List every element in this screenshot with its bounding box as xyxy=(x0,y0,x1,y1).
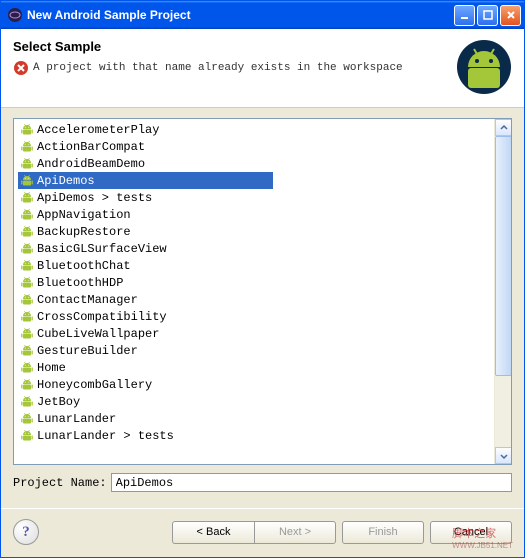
list-item[interactable]: Home xyxy=(18,359,494,376)
error-icon xyxy=(13,60,29,76)
android-icon xyxy=(20,140,34,154)
list-item[interactable]: LunarLander > tests xyxy=(18,427,494,444)
android-icon xyxy=(20,225,34,239)
list-item[interactable]: BackupRestore xyxy=(18,223,494,240)
help-button[interactable]: ? xyxy=(13,519,39,545)
sample-listbox[interactable]: AccelerometerPlay ActionBarCompat AndroidB… xyxy=(13,118,512,465)
list-item-label: Home xyxy=(37,361,66,375)
android-icon xyxy=(20,327,34,341)
android-icon xyxy=(20,412,34,426)
list-item-label: ApiDemos xyxy=(37,174,95,188)
list-item[interactable]: ActionBarCompat xyxy=(18,138,494,155)
list-item-label: HoneycombGallery xyxy=(37,378,152,392)
list-item-label: CubeLiveWallpaper xyxy=(37,327,159,341)
list-item[interactable]: AndroidBeamDemo xyxy=(18,155,494,172)
sample-list-inner: AccelerometerPlay ActionBarCompat AndroidB… xyxy=(14,119,494,464)
list-item[interactable]: ContactManager xyxy=(18,291,494,308)
list-item[interactable]: ApiDemos xyxy=(18,172,273,189)
list-item-label: CrossCompatibility xyxy=(37,310,167,324)
list-item[interactable]: JetBoy xyxy=(18,393,494,410)
list-item-label: BluetoothHDP xyxy=(37,276,123,290)
list-item[interactable]: CrossCompatibility xyxy=(18,308,494,325)
android-icon xyxy=(20,123,34,137)
list-item-label: ContactManager xyxy=(37,293,138,307)
minimize-button[interactable] xyxy=(454,5,475,26)
maximize-button[interactable] xyxy=(477,5,498,26)
list-item-label: AndroidBeamDemo xyxy=(37,157,145,171)
list-item[interactable]: HoneycombGallery xyxy=(18,376,494,393)
android-icon xyxy=(20,259,34,273)
android-icon xyxy=(20,395,34,409)
list-item[interactable]: BasicGLSurfaceView xyxy=(18,240,494,257)
list-item[interactable]: BluetoothChat xyxy=(18,257,494,274)
list-item-label: AccelerometerPlay xyxy=(37,123,159,137)
cancel-button[interactable]: Cancel xyxy=(430,521,512,544)
scroll-up-button[interactable] xyxy=(495,119,512,136)
finish-button[interactable]: Finish xyxy=(342,521,424,544)
project-name-row: Project Name: xyxy=(13,473,512,492)
android-icon xyxy=(20,344,34,358)
android-icon xyxy=(20,191,34,205)
scroll-down-button[interactable] xyxy=(495,447,512,464)
footer: ? < Back Next > Finish Cancel xyxy=(1,509,524,557)
error-message-text: A project with that name already exists … xyxy=(33,62,403,74)
list-item-label: ActionBarCompat xyxy=(37,140,145,154)
android-icon xyxy=(20,293,34,307)
titlebar[interactable]: New Android Sample Project xyxy=(1,1,524,29)
android-icon xyxy=(20,361,34,375)
list-item-label: BasicGLSurfaceView xyxy=(37,242,167,256)
list-item-label: GestureBuilder xyxy=(37,344,138,358)
android-icon xyxy=(20,310,34,324)
list-item-label: BackupRestore xyxy=(37,225,131,239)
list-item[interactable]: GestureBuilder xyxy=(18,342,494,359)
list-item[interactable]: ApiDemos > tests xyxy=(18,189,494,206)
scroll-thumb[interactable] xyxy=(495,136,512,376)
list-item-label: LunarLander > tests xyxy=(37,429,174,443)
back-button[interactable]: < Back xyxy=(172,521,254,544)
list-item-label: BluetoothChat xyxy=(37,259,131,273)
content-area: AccelerometerPlay ActionBarCompat AndroidB… xyxy=(1,108,524,502)
list-item[interactable]: CubeLiveWallpaper xyxy=(18,325,494,342)
wizard-header: Select Sample A project with that name a… xyxy=(1,29,524,108)
next-button[interactable]: Next > xyxy=(254,521,336,544)
dialog-window: New Android Sample Project Select Sample… xyxy=(0,0,525,558)
list-item[interactable]: AccelerometerPlay xyxy=(18,121,494,138)
android-icon xyxy=(20,429,34,443)
list-item-label: ApiDemos > tests xyxy=(37,191,152,205)
android-icon xyxy=(20,242,34,256)
list-item[interactable]: AppNavigation xyxy=(18,206,494,223)
list-item[interactable]: LunarLander xyxy=(18,410,494,427)
android-icon xyxy=(20,378,34,392)
window-title: New Android Sample Project xyxy=(27,8,452,22)
project-name-input[interactable] xyxy=(111,473,512,492)
list-item-label: JetBoy xyxy=(37,395,80,409)
close-button[interactable] xyxy=(500,5,521,26)
android-icon xyxy=(20,157,34,171)
page-title: Select Sample xyxy=(13,39,456,54)
android-icon xyxy=(20,276,34,290)
android-icon xyxy=(20,174,34,188)
project-name-label: Project Name: xyxy=(13,476,107,490)
header-text-area: Select Sample A project with that name a… xyxy=(13,39,456,95)
error-message-row: A project with that name already exists … xyxy=(13,60,456,76)
nav-back-next-group: < Back Next > xyxy=(172,521,336,544)
android-icon xyxy=(20,208,34,222)
scrollbar[interactable] xyxy=(494,119,511,464)
list-item[interactable]: BluetoothHDP xyxy=(18,274,494,291)
android-logo-icon xyxy=(456,39,512,95)
eclipse-icon xyxy=(7,7,23,23)
list-item-label: LunarLander xyxy=(37,412,116,426)
list-item-label: AppNavigation xyxy=(37,208,131,222)
